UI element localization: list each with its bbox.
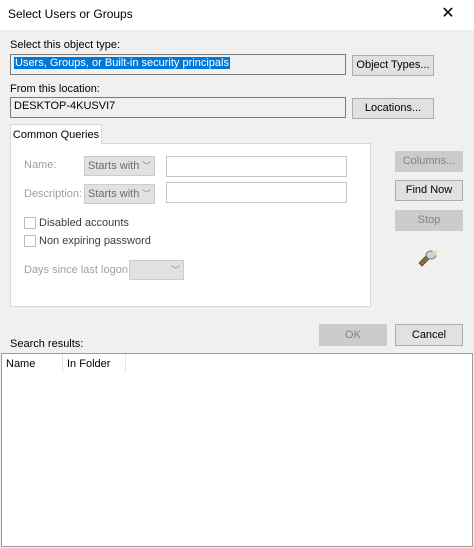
name-mode-select[interactable]: Starts with ﹀ <box>84 156 155 176</box>
tab-common-queries[interactable]: Common Queries <box>10 124 102 144</box>
find-now-button[interactable]: Find Now <box>395 180 463 201</box>
ok-button[interactable]: OK <box>319 324 387 346</box>
description-mode-value: Starts with <box>88 188 140 200</box>
disabled-accounts-checkbox[interactable] <box>24 217 36 229</box>
column-header-in-folder[interactable]: In Folder <box>67 358 110 370</box>
object-type-label: Select this object type: <box>10 39 121 51</box>
description-label: Description: <box>24 188 83 200</box>
chevron-down-icon: ﹀ <box>141 189 151 199</box>
days-since-logon-label: Days since last logon: <box>24 264 131 276</box>
location-field: DESKTOP-4KUSVI7 <box>10 97 346 118</box>
column-divider[interactable] <box>62 354 63 372</box>
object-types-button[interactable]: Object Types... <box>352 55 434 76</box>
name-mode-value: Starts with <box>88 160 140 172</box>
chevron-down-icon: ﹀ <box>170 265 180 275</box>
search-results-list[interactable]: Name In Folder <box>1 353 473 547</box>
chevron-down-icon: ﹀ <box>141 161 151 171</box>
object-type-value: Users, Groups, or Built-in security prin… <box>14 57 230 69</box>
column-header-name[interactable]: Name <box>6 358 35 370</box>
columns-button[interactable]: Columns... <box>395 151 463 172</box>
description-input[interactable] <box>166 182 347 203</box>
non-expiring-password-checkbox[interactable] <box>24 235 36 247</box>
search-results-label: Search results: <box>10 338 84 350</box>
search-flashlight-icon <box>416 248 440 268</box>
name-input[interactable] <box>166 156 347 177</box>
stop-button[interactable]: Stop <box>395 210 463 231</box>
cancel-button[interactable]: Cancel <box>395 324 463 346</box>
close-icon[interactable]: ✕ <box>436 3 460 25</box>
non-expiring-password-label: Non expiring password <box>39 235 151 247</box>
column-divider[interactable] <box>125 354 126 372</box>
locations-button[interactable]: Locations... <box>352 98 434 119</box>
location-label: From this location: <box>10 83 100 95</box>
disabled-accounts-label: Disabled accounts <box>39 217 129 229</box>
name-label: Name: <box>24 159 57 171</box>
location-value: DESKTOP-4KUSVI7 <box>14 100 116 112</box>
window-title: Select Users or Groups <box>8 7 133 21</box>
object-type-field: Users, Groups, or Built-in security prin… <box>10 54 346 75</box>
description-mode-select[interactable]: Starts with ﹀ <box>84 184 155 204</box>
days-since-logon-select[interactable]: ﹀ <box>129 260 184 280</box>
